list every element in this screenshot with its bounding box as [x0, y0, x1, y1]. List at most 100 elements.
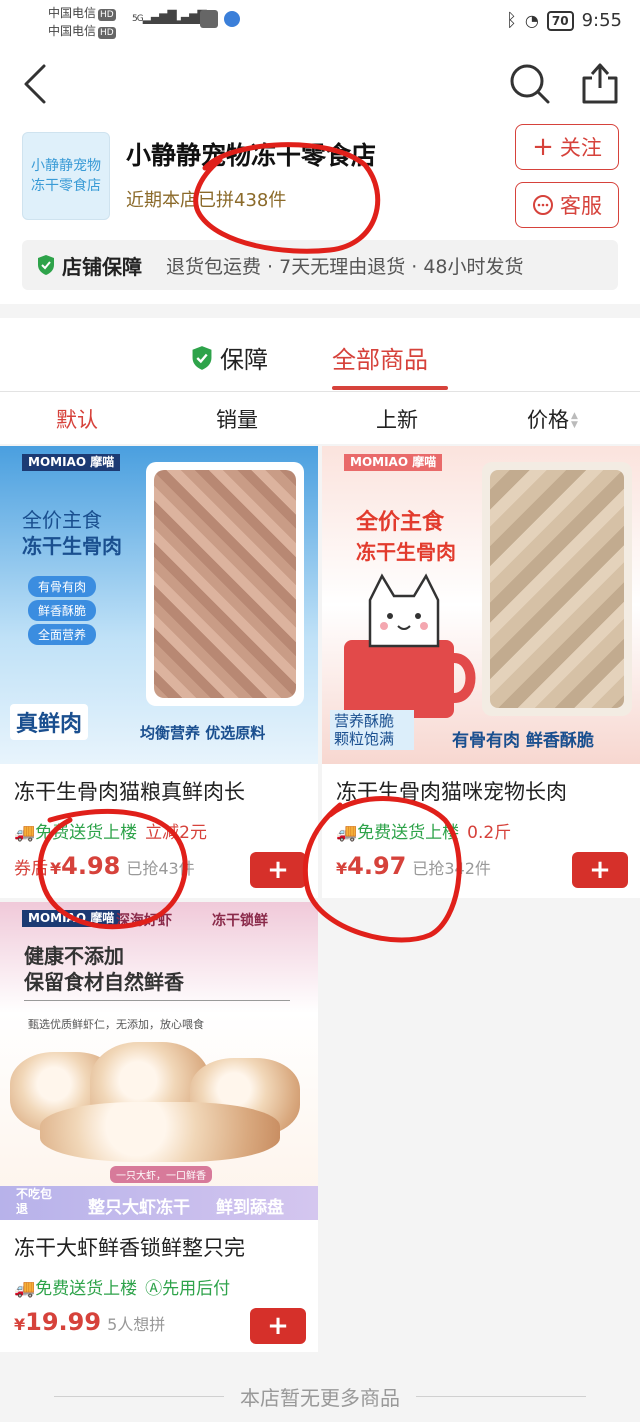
customer-service-button[interactable]: 客服	[515, 182, 619, 228]
divider	[416, 1395, 586, 1397]
image-line1: 全价主食	[356, 510, 445, 535]
product-image[interactable]: MOMIAO 摩喵 全价主食 冻干生骨肉 有骨有肉 鲜香酥脆 全面营养 真鲜肉 …	[0, 446, 318, 764]
chat-icon	[533, 195, 553, 215]
guarantee-title: 店铺保障	[62, 254, 142, 279]
kibble-photo	[490, 470, 624, 708]
product-image[interactable]: MOMIAO 摩喵 深海好虾 冻干锁鲜 健康不添加 保留食材自然鲜香 甄选优质鲜…	[0, 902, 318, 1220]
image-desc: 甄选优质鲜虾仁，无添加，放心喂食	[28, 1018, 204, 1031]
product-card[interactable]: MOMIAO 摩喵 深海好虾 冻干锁鲜 健康不添加 保留食材自然鲜香 甄选优质鲜…	[0, 902, 318, 1352]
pay-later-tag: Ⓐ先用后付	[145, 1279, 231, 1299]
store-stats: 近期本店已拼438件	[126, 190, 287, 211]
price-prefix: 券后	[14, 859, 48, 879]
tab-all-products[interactable]: 全部商品	[332, 340, 428, 375]
back-icon[interactable]	[20, 62, 60, 106]
add-to-cart-button[interactable]: +	[250, 1308, 306, 1344]
plus-icon: +	[267, 1311, 289, 1341]
top-nav	[0, 44, 640, 124]
tab-guarantee[interactable]: 保障	[190, 340, 268, 375]
product-price: ¥4.97	[336, 852, 407, 880]
plus-icon: +	[532, 132, 554, 162]
sort-default[interactable]: 默认	[56, 404, 98, 434]
bluetooth-icon: ᛒ	[506, 10, 517, 31]
tab-guarantee-label: 保障	[220, 346, 268, 374]
add-to-cart-button[interactable]: +	[572, 852, 628, 888]
battery-icon: 70	[546, 10, 574, 31]
delivery-tag: 🚚免费送货上楼	[14, 1279, 138, 1299]
store-tabs: 保障 全部商品	[0, 318, 640, 392]
image-badge: 不吃包退	[16, 1187, 53, 1216]
image-tag: 冻干锁鲜	[212, 913, 268, 929]
shrimp-photo	[40, 1102, 280, 1162]
product-photo	[482, 462, 632, 716]
plus-icon: +	[589, 855, 611, 885]
product-tags: 🚚免费送货上楼 Ⓐ先用后付	[14, 1274, 230, 1299]
product-title: 冻干大虾鲜香锁鲜整只完	[14, 1236, 245, 1260]
brand-logo: MOMIAO 摩喵	[22, 910, 121, 927]
image-slogan: 均衡营养 优选原料	[140, 724, 266, 742]
active-tab-indicator	[332, 386, 448, 390]
sort-price-label: 价格	[527, 408, 569, 432]
carrier-2: 中国电信	[48, 24, 97, 38]
feature-pill: 鲜香酥脆	[28, 600, 97, 621]
product-title: 冻干生骨肉猫咪宠物长肉	[336, 780, 567, 804]
status-bar: 中国电信 HD 中国电信 HD 5G▂▄▆█ 4G▂▄▆█ ᛒ ◔ 70 9:55	[0, 0, 640, 44]
product-price: ¥19.99	[14, 1308, 102, 1336]
image-slogan: 整只大虾冻干	[88, 1198, 190, 1218]
image-slogan: 鲜到舔盘	[216, 1198, 284, 1218]
store-name: 小静静宠物冻干零食店	[126, 141, 377, 170]
sort-bar: 默认 销量 上新 价格 ▲ ▼	[0, 392, 640, 444]
image-line2: 保留食材自然鲜香	[24, 970, 184, 994]
delivery-tag: 🚚免费送货上楼	[336, 823, 460, 843]
shield-check-icon	[192, 345, 212, 370]
product-card[interactable]: MOMIAO 摩喵 全价主食 冻干生骨肉 营养酥脆 颗粒饱满 有骨有肉 鲜香酥脆…	[322, 446, 640, 898]
status-right: ᛒ ◔ 70 9:55	[506, 10, 622, 31]
guarantee-text: 退货包运费 · 7天无理由退货 · 48小时发货	[166, 255, 524, 278]
divider	[54, 1395, 224, 1397]
kibble-photo	[154, 470, 296, 698]
product-image[interactable]: MOMIAO 摩喵 全价主食 冻干生骨肉 营养酥脆 颗粒饱满 有骨有肉 鲜香酥脆	[322, 446, 640, 764]
want-count: 5人想拼	[107, 1315, 166, 1334]
feature-pill: 全面营养	[28, 624, 97, 645]
share-icon[interactable]	[578, 60, 622, 106]
clock: 9:55	[581, 10, 622, 31]
hd-badge: HD	[98, 9, 116, 21]
store-guarantee-bar[interactable]: 店铺保障 退货包运费 · 7天无理由退货 · 48小时发货	[22, 240, 618, 290]
shield-check-icon	[38, 255, 54, 275]
product-price-row: 券后 ¥4.98 已抢43件	[14, 852, 195, 880]
product-title: 冻干生骨肉猫粮真鲜肉长	[14, 780, 245, 804]
search-icon[interactable]	[508, 62, 552, 106]
sold-count: 已抢342件	[412, 859, 491, 878]
sort-newest[interactable]: 上新	[376, 404, 418, 434]
sold-count: 已抢43件	[126, 859, 195, 878]
store-logo[interactable]: 小静静宠物冻干零食店	[22, 132, 110, 220]
image-tag: 深海好虾	[116, 913, 172, 929]
sort-arrows-icon: ▲ ▼	[571, 411, 578, 430]
image-line2: 冻干生骨肉	[356, 540, 456, 564]
add-to-cart-button[interactable]: +	[250, 852, 306, 888]
sort-sales[interactable]: 销量	[216, 404, 258, 434]
image-badge: 营养酥脆 颗粒饱满	[330, 710, 414, 750]
list-end-footer: 本店暂无更多商品	[0, 1370, 640, 1422]
carrier-1: 中国电信	[48, 6, 97, 20]
notification-icon	[200, 10, 218, 28]
service-label: 客服	[560, 194, 602, 218]
carrier-info: 中国电信 HD 中国电信 HD	[48, 4, 116, 40]
discount-tag: 立减2元	[145, 823, 207, 843]
image-caption: 一只大虾，一口鲜香	[110, 1166, 212, 1183]
product-price: ¥4.98	[50, 852, 121, 880]
logo-text: 小静静宠物冻干零食店	[31, 158, 101, 194]
delivery-tag: 🚚免费送货上楼	[14, 823, 138, 843]
product-card[interactable]: MOMIAO 摩喵 全价主食 冻干生骨肉 有骨有肉 鲜香酥脆 全面营养 真鲜肉 …	[0, 446, 318, 898]
product-price-row: ¥19.99 5人想拼	[14, 1308, 165, 1336]
product-tags: 🚚免费送货上楼 0.2斤	[336, 818, 511, 843]
follow-button[interactable]: + 关注	[515, 124, 619, 170]
product-photo	[146, 462, 304, 706]
weight-tag: 0.2斤	[467, 823, 512, 843]
app-notification-icon	[224, 11, 240, 27]
plus-icon: +	[267, 855, 289, 885]
image-line1: 健康不添加	[24, 944, 124, 968]
cat-cup-illustration	[344, 573, 476, 718]
sort-price[interactable]: 价格 ▲ ▼	[527, 404, 578, 434]
image-line2: 冻干生骨肉	[22, 534, 122, 558]
image-line1: 全价主食	[22, 508, 102, 532]
